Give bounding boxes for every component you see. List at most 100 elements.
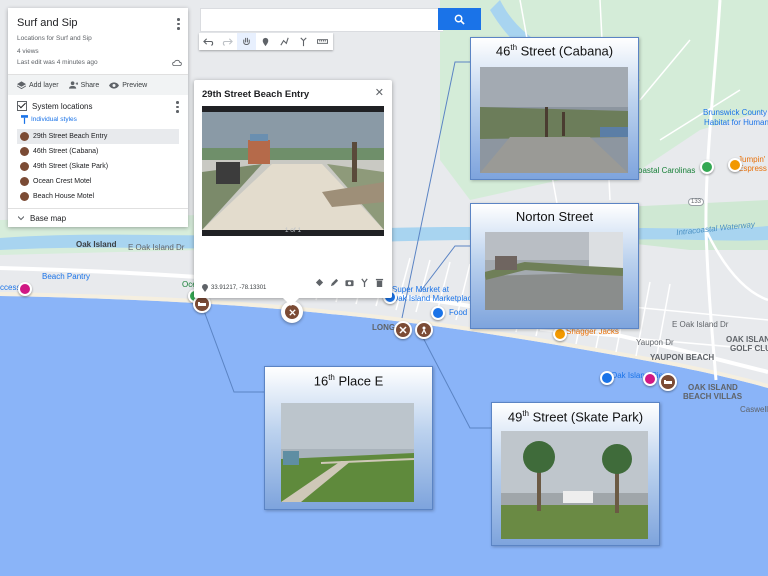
map-options-kebab-icon[interactable] [177,18,180,32]
beach-entry-photo [202,112,384,230]
route-133-shield: 133 [688,198,705,206]
add-marker-button[interactable] [256,33,275,50]
add-layer-label: Add layer [29,81,59,89]
redo-icon [222,38,233,46]
photo-49th-street [501,431,648,539]
pan-tool-button[interactable] [237,33,256,50]
label-habitat: Habitat for Humanity... [704,118,768,127]
label-jumpin: Jumpin' [738,155,766,164]
label-yaupon-dr: Yaupon Dr [636,338,674,347]
label-brunswick: Brunswick County [703,108,768,117]
draw-line-icon [280,37,289,46]
last-edit: Last edit was 4 minutes ago [17,59,98,66]
preview-button[interactable]: Preview [109,82,147,89]
beach-icon [399,326,407,334]
directions-button[interactable] [294,33,313,50]
close-icon[interactable]: ✕ [375,86,384,99]
location-label: 46th Street (Cabana) [33,148,99,155]
poi-pier-icon[interactable] [600,371,614,385]
layer-section: System locations Individual styles 29th … [8,95,188,208]
layer-visibility-checkbox[interactable] [17,101,27,111]
search-button[interactable] [438,8,481,30]
measure-button[interactable] [313,33,332,50]
label-yaupon-beach: YAUPON BEACH [650,353,715,362]
photo-counter: 1 of 1 [284,227,302,234]
location-popup: 29th Street Beach Entry ✕ 1 of 1 33.9121… [194,80,392,306]
directions-icon[interactable] [360,278,369,287]
base-map-label: Base map [30,213,67,223]
pin-beach-house-motel[interactable] [659,373,677,391]
location-label: Beach House Motel [33,193,95,200]
label-caswell: Caswell B [740,405,768,414]
layer-options-kebab-icon[interactable] [176,101,179,115]
location-item-ocean-crest[interactable]: Ocean Crest Motel [17,174,179,189]
photo-16th-place [281,403,414,502]
label-golf-club-1: OAK ISLAND [726,335,768,344]
view-count: 4 views [17,48,39,55]
label-long-beach: LONG [372,323,396,332]
skate-icon [421,326,427,335]
eye-icon [109,81,120,89]
poi-coffee-icon[interactable] [728,158,742,172]
label-e-oak-island-dr: E Oak Island Dr [128,243,185,252]
skate-icon [20,162,29,171]
add-person-icon [68,81,78,89]
location-item-46th-street[interactable]: 46th Street (Cabana) [17,144,179,159]
paint-bucket-icon[interactable] [315,278,324,287]
callout-card-norton-street: Norton Street [470,203,639,329]
label-super-market: Super Market at [392,285,449,294]
label-e-oak-island-dr-2: E Oak Island Dr [672,320,729,329]
undo-icon [203,38,214,46]
map-details-panel: Surf and Sip Locations for Surf and Sip … [8,8,188,227]
undo-button[interactable] [199,33,218,50]
pin-46th-street[interactable] [394,321,412,339]
coordinates-value: 33.91217, -78.13301 [211,285,267,291]
paint-roller-icon [21,115,28,124]
label-espress: Espress [738,164,767,173]
label-oak-island: Oak Island [76,240,117,249]
label-food: Food [449,308,468,317]
edit-pencil-icon[interactable] [330,278,339,287]
photo-norton-street [485,232,623,310]
location-item-29th-street[interactable]: 29th Street Beach Entry [17,129,179,144]
location-label: 29th Street Beach Entry [33,133,108,140]
location-label: Ocean Crest Motel [33,178,92,185]
poi-villas-icon[interactable] [643,372,657,386]
bed-icon [20,177,29,186]
search-input[interactable] [200,8,443,32]
delete-trash-icon[interactable] [375,278,384,287]
layer-name[interactable]: System locations [32,102,92,111]
map-description[interactable]: Locations for Surf and Sip [17,33,179,44]
beach-icon [20,147,29,156]
location-item-beach-house[interactable]: Beach House Motel [17,189,179,204]
label-beach-pantry: Beach Pantry [42,272,91,281]
add-layer-button[interactable]: Add layer [17,81,59,89]
redo-button[interactable] [218,33,237,50]
popup-title: 29th Street Beach Entry [202,89,310,100]
poi-shagger-jacks-icon[interactable] [553,327,567,341]
location-label: 49th Street (Skate Park) [33,163,109,170]
card-title: Norton Street [515,209,594,224]
location-item-49th-street[interactable]: 49th Street (Skate Park) [17,159,179,174]
label-oak-island-pier: Oak Island Pier [611,371,666,380]
photo-46th-street [480,67,628,173]
ruler-icon [317,39,328,44]
callout-card-49th-street: 49th Street (Skate Park) [491,402,660,546]
map-title[interactable]: Surf and Sip [17,17,179,29]
map-toolbar [199,33,333,50]
popup-photo[interactable]: 1 of 1 [202,106,384,236]
individual-styles-label: Individual styles [31,116,77,123]
camera-icon[interactable] [345,278,354,287]
pin-49th-street[interactable] [415,321,433,339]
poi-coastal-carolinas-icon[interactable] [700,160,714,174]
share-button[interactable]: Share [68,81,99,89]
draw-line-button[interactable] [275,33,294,50]
poi-access-icon[interactable] [18,282,32,296]
poi-marketplace-icon[interactable] [431,306,445,320]
chevron-down-icon [18,216,24,221]
coordinates: 33.91217, -78.13301 [202,284,266,292]
label-villas-2: BEACH VILLAS [683,392,743,401]
individual-styles-link[interactable]: Individual styles [21,115,179,124]
label-coastal-carolinas: oastal Carolinas [638,166,696,175]
base-map-section[interactable]: Base map [8,208,188,227]
